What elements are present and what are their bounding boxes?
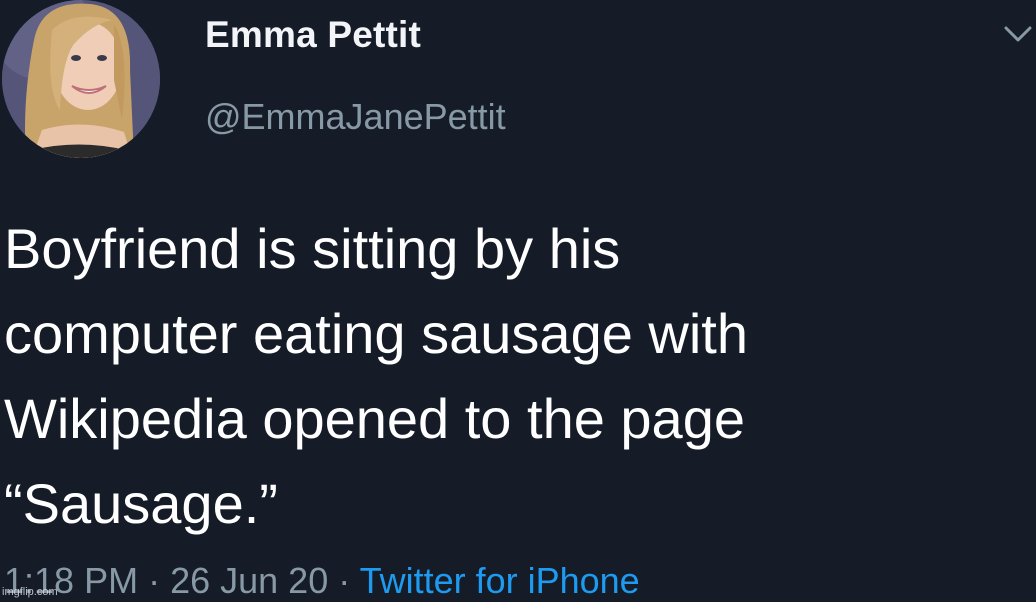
author-handle[interactable]: @EmmaJanePettit <box>205 96 506 138</box>
watermark: imgflip.com <box>2 586 58 598</box>
tweet-source-link[interactable]: Twitter for iPhone <box>360 560 640 601</box>
author-avatar[interactable] <box>2 0 160 158</box>
tweet-metadata: 1:18 PM · 26 Jun 20 · Twitter for iPhone <box>4 560 640 602</box>
tweet-date[interactable]: 26 Jun 20 <box>170 560 328 601</box>
author-display-name[interactable]: Emma Pettit <box>205 14 421 56</box>
chevron-down-icon[interactable] <box>1000 20 1036 50</box>
profile-photo <box>2 0 160 158</box>
meta-separator: · <box>328 560 360 601</box>
tweet-text: Boyfriend is sitting by his computer eat… <box>4 217 748 535</box>
tweet-card: Emma Pettit @EmmaJanePettit Boyfriend is… <box>0 0 1036 602</box>
meta-separator: · <box>138 560 171 601</box>
